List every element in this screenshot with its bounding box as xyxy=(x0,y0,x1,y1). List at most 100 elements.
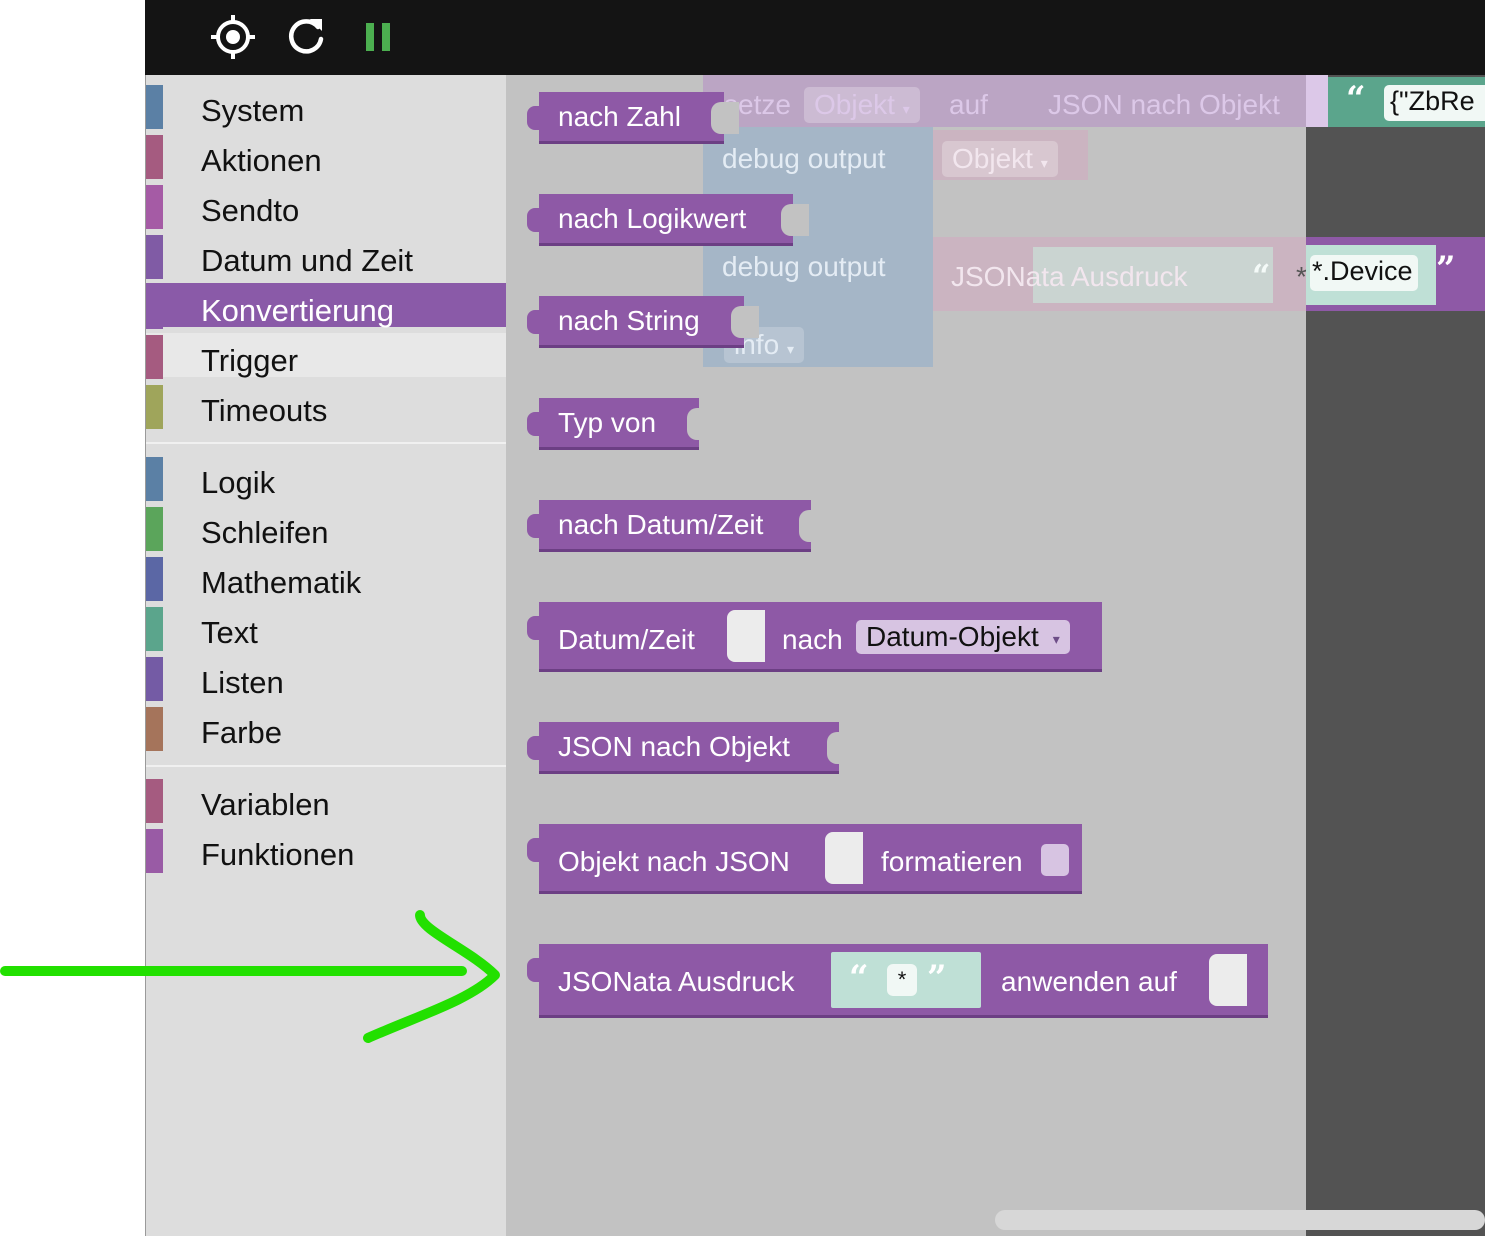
category-color xyxy=(146,507,163,551)
output-connector xyxy=(527,412,541,436)
value-input[interactable] xyxy=(825,832,863,884)
block-to-string[interactable]: nach String xyxy=(527,296,759,348)
category-schleifen[interactable]: Schleifen xyxy=(146,505,507,551)
dropdown-arrow-icon: ▾ xyxy=(1040,155,1048,171)
block-label: nach xyxy=(782,624,843,655)
pause-icon[interactable] xyxy=(353,12,403,62)
value-input[interactable] xyxy=(711,102,739,134)
category-label: Farbe xyxy=(201,715,282,750)
ghost-dropdown: Objekt ▾ xyxy=(942,141,1058,177)
block-label: nach Zahl xyxy=(558,101,681,132)
category-text[interactable]: Text xyxy=(146,605,507,651)
category-sendto[interactable]: Sendto xyxy=(146,183,507,229)
workspace-jsonata-block[interactable]: *.Device ” xyxy=(1306,237,1485,311)
block-label: formatieren xyxy=(881,846,1023,877)
value-input[interactable] xyxy=(827,732,855,764)
output-connector xyxy=(527,736,541,760)
value-input[interactable] xyxy=(731,306,759,338)
category-color xyxy=(146,85,163,129)
category-timeouts[interactable]: Timeouts xyxy=(146,383,507,429)
dropdown-arrow-icon: ▾ xyxy=(786,341,794,357)
category-label: Schleifen xyxy=(201,515,329,550)
output-connector xyxy=(527,310,541,334)
block-flyout: setze Objekt ▾ auf JSON nach Objekt debu… xyxy=(506,75,1306,1236)
datetime-dropdown[interactable]: Datum-Objekt ▾ xyxy=(856,620,1070,654)
category-label: Logik xyxy=(201,465,276,500)
category-label: Datum und Zeit xyxy=(201,243,413,278)
category-color xyxy=(146,457,163,501)
category-color xyxy=(146,607,163,651)
block-datetime-convert[interactable]: Datum/Zeit nach Datum-Objekt ▾ xyxy=(527,602,1102,672)
category-label: Konvertierung xyxy=(201,293,395,328)
workspace-string-block[interactable]: “ {"ZbRe xyxy=(1328,77,1485,127)
value-input[interactable] xyxy=(687,408,715,440)
category-farbe[interactable]: Farbe xyxy=(146,705,507,751)
block-to-number[interactable]: nach Zahl xyxy=(527,92,739,144)
quote-open-icon: “ xyxy=(1346,79,1366,119)
category-variablen[interactable]: Variablen xyxy=(146,777,507,823)
category-logik[interactable]: Logik xyxy=(146,455,507,501)
toolbox: System Aktionen Sendto Datum und Zeit Ko… xyxy=(145,75,507,1236)
refresh-icon[interactable] xyxy=(281,12,331,62)
value-input[interactable] xyxy=(727,610,765,662)
block-label: nach Logikwert xyxy=(558,203,747,234)
ghost-label: JSONata Ausdruck xyxy=(951,261,1188,292)
category-aktionen[interactable]: Aktionen xyxy=(146,133,507,179)
toolbox-separator xyxy=(146,765,507,767)
category-color xyxy=(146,829,163,873)
string-value[interactable]: * xyxy=(887,964,917,996)
block-to-boolean[interactable]: nach Logikwert xyxy=(527,194,809,246)
ghost-label: JSON nach Objekt xyxy=(1048,89,1280,120)
output-connector xyxy=(527,838,541,862)
block-jsonata[interactable]: JSONata Ausdruck “ * ” anwenden auf xyxy=(527,944,1268,1018)
block-type-of[interactable]: Typ von xyxy=(527,398,715,450)
target-icon[interactable] xyxy=(208,12,258,62)
format-checkbox[interactable] xyxy=(1041,844,1069,876)
category-color xyxy=(146,779,163,823)
value-input[interactable] xyxy=(1209,954,1247,1006)
block-label: Objekt nach JSON xyxy=(558,846,790,877)
category-datum-und-zeit[interactable]: Datum und Zeit xyxy=(146,233,507,279)
category-konvertierung[interactable]: Konvertierung xyxy=(146,283,507,329)
dropdown-arrow-icon: ▾ xyxy=(1052,630,1060,647)
value-input[interactable] xyxy=(781,204,809,236)
category-label: Aktionen xyxy=(201,143,322,178)
ghost-dropdown-value: Objekt xyxy=(814,89,895,120)
string-block[interactable]: “ * ” xyxy=(831,952,981,1008)
quote-open-icon: “ xyxy=(849,958,869,998)
output-connector xyxy=(527,958,541,982)
category-listen[interactable]: Listen xyxy=(146,655,507,701)
output-connector xyxy=(527,616,541,640)
blockly-editor: System Aktionen Sendto Datum und Zeit Ko… xyxy=(0,0,1485,1236)
category-trigger[interactable]: Trigger xyxy=(146,333,507,379)
block-object-to-json[interactable]: Objekt nach JSON formatieren xyxy=(527,824,1082,894)
block-json-to-object[interactable]: JSON nach Objekt xyxy=(527,722,855,774)
workspace[interactable]: “ {"ZbRe *.Device ” xyxy=(1306,75,1485,1236)
string-value[interactable]: {"ZbRe xyxy=(1384,85,1485,121)
category-color xyxy=(146,335,163,379)
category-mathematik[interactable]: Mathematik xyxy=(146,555,507,601)
category-label: Listen xyxy=(201,665,284,700)
category-label: Mathematik xyxy=(201,565,362,600)
category-color xyxy=(146,285,163,329)
category-funktionen[interactable]: Funktionen xyxy=(146,827,507,873)
block-to-datetime[interactable]: nach Datum/Zeit xyxy=(527,500,827,552)
ghost-quote-icon: “ xyxy=(1252,257,1271,295)
block-label: nach Datum/Zeit xyxy=(558,509,764,540)
block-label: JSON nach Objekt xyxy=(558,731,790,762)
category-color xyxy=(146,385,163,429)
category-color xyxy=(146,707,163,751)
category-system[interactable]: System xyxy=(146,83,507,129)
block-label: Datum/Zeit xyxy=(558,624,695,655)
left-margin xyxy=(0,0,145,1236)
value-input[interactable] xyxy=(799,510,827,542)
category-label: Timeouts xyxy=(201,393,328,428)
category-color xyxy=(146,185,163,229)
jsonata-value[interactable]: *.Device xyxy=(1310,255,1418,291)
toolbox-separator xyxy=(146,442,507,444)
category-color xyxy=(146,135,163,179)
quote-close-icon: ” xyxy=(1436,249,1456,289)
category-label: Variablen xyxy=(201,787,330,822)
horizontal-scrollbar[interactable] xyxy=(995,1210,1485,1230)
block-label: JSONata Ausdruck xyxy=(558,966,795,997)
